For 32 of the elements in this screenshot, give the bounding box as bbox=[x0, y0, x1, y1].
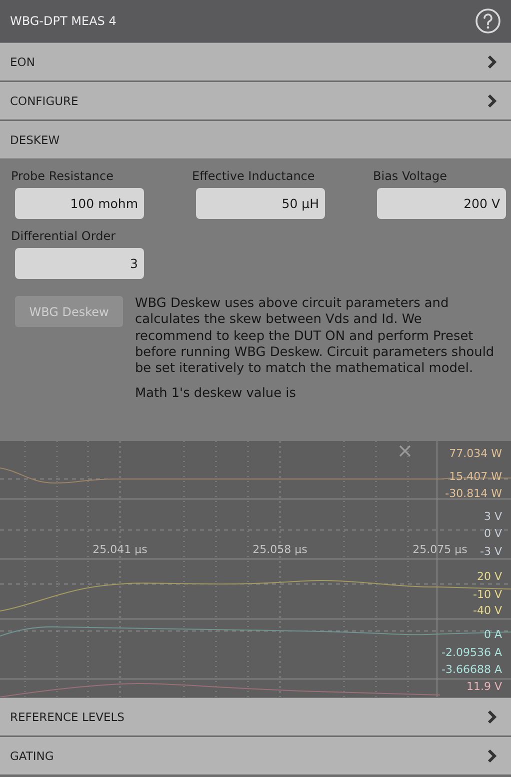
scale-readout: -10 V bbox=[473, 588, 502, 601]
time-label: 25.058 µs bbox=[252, 543, 308, 556]
result-text: Math 1's deskew value is bbox=[135, 386, 297, 402]
scale-readout: -3.66688 A bbox=[442, 663, 502, 676]
input-field[interactable]: 100 mohm bbox=[15, 188, 144, 219]
field-label: Bias Voltage bbox=[373, 169, 448, 183]
section-header[interactable]: GATING bbox=[0, 737, 511, 775]
time-label: 25.075 µs bbox=[412, 543, 468, 556]
scale-readout: 15.407 W bbox=[449, 470, 502, 483]
field-label: Effective Inductance bbox=[192, 169, 316, 183]
scale-readout: 0 A bbox=[484, 628, 502, 641]
scale-readout: 0 V bbox=[484, 527, 502, 540]
scale-readout: 3 V bbox=[484, 510, 502, 523]
section-header[interactable]: CONFIGURE bbox=[0, 82, 511, 120]
scale-readout: -30.814 W bbox=[445, 487, 502, 500]
section-header[interactable]: EON bbox=[0, 43, 511, 81]
scale-readout: 77.034 W bbox=[449, 447, 502, 460]
field-label: Probe Resistance bbox=[11, 169, 115, 183]
input-field[interactable]: 3 bbox=[15, 248, 144, 279]
time-label: 25.041 µs bbox=[92, 543, 148, 556]
section-header[interactable]: DESKEW bbox=[0, 121, 511, 159]
scale-readout: 11.9 V bbox=[466, 680, 502, 693]
scale-readout: 20 V bbox=[476, 570, 502, 583]
field-label: Differential Order bbox=[11, 229, 117, 243]
input-field[interactable]: 200 V bbox=[377, 188, 506, 219]
section-header[interactable]: REFERENCE LEVELS bbox=[0, 698, 511, 736]
input-field[interactable]: 50 µH bbox=[196, 188, 325, 219]
panel-title: WBG-DPT MEAS 4 bbox=[10, 14, 116, 28]
description-text: WBG Deskew uses above circuit parameters and calculates the skew between Vds and Id. We recommend to keep the DUT ON and perform Preset before running WBG Deskew. Circuit parameters should be set iteratively to match the mathematical model. bbox=[135, 296, 496, 378]
scale-readout: -2.09536 A bbox=[442, 646, 502, 659]
scale-readout: -3 V bbox=[480, 545, 502, 558]
scale-readout: -40 V bbox=[473, 604, 502, 617]
